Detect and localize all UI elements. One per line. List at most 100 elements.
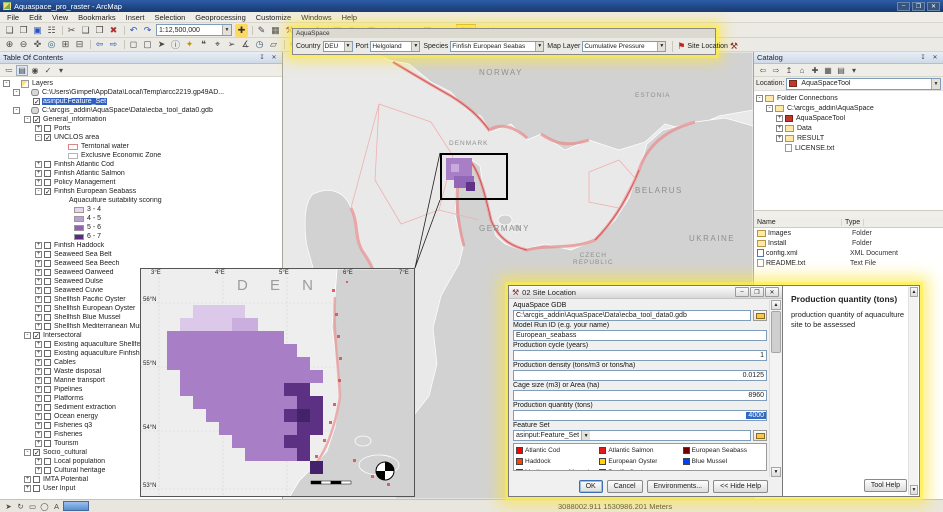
layer-checkbox[interactable] <box>44 467 51 474</box>
list-by-drawing-order-icon[interactable]: ≔ <box>3 65 15 76</box>
field-input[interactable]: 1 ▼ <box>513 350 767 361</box>
layer-checkbox[interactable] <box>33 485 40 492</box>
minimize-icon[interactable]: – <box>897 2 910 11</box>
layer-checkbox[interactable] <box>44 278 51 285</box>
editor-toolbar-icon[interactable]: ✎ <box>255 24 268 37</box>
toc-row[interactable]: + Seaweed Sea Belt <box>0 250 282 259</box>
layer-checkbox[interactable] <box>44 350 51 357</box>
table-options-icon[interactable]: ▦ <box>269 24 282 37</box>
layer-checkbox[interactable] <box>44 305 51 312</box>
expander-icon[interactable]: + <box>35 161 42 168</box>
toc-row[interactable]: - Finfish European Seabass <box>0 187 282 196</box>
tool-help-button[interactable]: Tool Help <box>864 479 907 492</box>
catalog-tree-item[interactable]: - C:\arcgis_addin\AquaSpace <box>754 103 943 113</box>
layer-checkbox[interactable] <box>44 251 51 258</box>
expander-icon[interactable]: + <box>35 305 42 312</box>
auto-hide-pin-icon[interactable]: ↧ <box>918 53 928 62</box>
paste-icon[interactable]: ❒ <box>93 24 106 37</box>
chevron-down-icon[interactable]: ▼ <box>657 42 665 51</box>
select-features-icon[interactable]: ◻ <box>127 38 140 51</box>
expander-icon[interactable]: + <box>35 314 42 321</box>
toc-row[interactable]: 6 - 7 <box>0 232 282 241</box>
scroll-down-icon[interactable]: ▼ <box>771 467 781 477</box>
column-type[interactable]: Type <box>842 219 864 226</box>
toc-row[interactable]: + Finfish Haddock <box>0 241 282 250</box>
layer-checkbox[interactable] <box>44 341 51 348</box>
draw-select-icon[interactable]: ➤ <box>3 501 14 511</box>
expander-icon[interactable]: + <box>35 350 42 357</box>
save-icon[interactable]: ▣ <box>31 24 44 37</box>
expander-icon[interactable]: + <box>35 458 42 465</box>
scroll-up-icon[interactable]: ▲ <box>910 287 918 297</box>
catalog-tree-item[interactable]: + RESULT <box>754 133 943 143</box>
field-input[interactable]: asinput:Feature_Set ▼ <box>513 430 751 441</box>
expander-icon[interactable]: + <box>35 386 42 393</box>
toc-row[interactable]: - General_information <box>0 115 282 124</box>
chevron-down-icon[interactable]: ▼ <box>581 431 590 440</box>
expander-icon[interactable]: + <box>776 125 783 132</box>
layer-checkbox[interactable] <box>33 98 40 105</box>
forward-extent-icon[interactable]: ⇨ <box>107 38 120 51</box>
expander-icon[interactable]: + <box>35 413 42 420</box>
fixed-zoom-out-icon[interactable]: ⊟ <box>73 38 86 51</box>
catalog-tree-item[interactable]: LICENSE.txt <box>754 143 943 153</box>
menu-customize[interactable]: Customize <box>251 13 296 22</box>
expander-icon[interactable]: + <box>35 467 42 474</box>
close-icon[interactable]: ✕ <box>930 53 940 62</box>
toc-row[interactable]: asinput:Feature_Set <box>0 97 282 106</box>
layer-checkbox[interactable] <box>44 359 51 366</box>
expander-icon[interactable]: + <box>35 359 42 366</box>
expander-icon[interactable]: - <box>35 134 42 141</box>
layer-checkbox[interactable] <box>44 404 51 411</box>
layer-checkbox[interactable] <box>44 161 51 168</box>
viewer-window-icon[interactable]: ▱ <box>267 38 280 51</box>
zoom-out-icon[interactable]: ⊖ <box>17 38 30 51</box>
expander-icon[interactable]: + <box>35 260 42 267</box>
catalog-tree-item[interactable]: + AquaSpaceTool <box>754 113 943 123</box>
layer-checkbox[interactable] <box>44 323 51 330</box>
ok-button[interactable]: OK <box>579 480 603 493</box>
expander-icon[interactable]: - <box>3 80 10 87</box>
expander-icon[interactable]: + <box>35 395 42 402</box>
layer-checkbox[interactable] <box>44 188 51 195</box>
copy-icon[interactable]: ❑ <box>79 24 92 37</box>
expander-icon[interactable]: + <box>776 135 783 142</box>
column-name[interactable]: Name <box>754 219 842 226</box>
expander-icon[interactable]: - <box>756 95 763 102</box>
combo-box[interactable]: Finfish European Seabas ▼ <box>450 41 544 52</box>
layer-checkbox[interactable] <box>44 260 51 267</box>
maximize-icon[interactable]: ❐ <box>912 2 925 11</box>
expander-icon[interactable]: - <box>24 332 31 339</box>
layer-checkbox[interactable] <box>33 476 40 483</box>
scroll-down-icon[interactable]: ▼ <box>910 485 918 495</box>
layer-checkbox[interactable] <box>33 449 40 456</box>
environments-button[interactable]: Environments... <box>647 480 710 493</box>
fixed-zoom-in-icon[interactable]: ⊞ <box>59 38 72 51</box>
maximize-icon[interactable]: ❐ <box>750 287 764 297</box>
layer-checkbox[interactable] <box>44 242 51 249</box>
catalog-tree-item[interactable]: - Folder Connections <box>754 93 943 103</box>
clear-selection-icon[interactable]: ▢ <box>141 38 154 51</box>
catalog-item[interactable]: Images Folder <box>754 228 943 238</box>
expander-icon[interactable]: + <box>35 341 42 348</box>
toc-row[interactable]: + Seaweed Sea Beech <box>0 259 282 268</box>
field-input[interactable]: 0.0125 ▼ <box>513 370 767 381</box>
list-by-selection-icon[interactable]: ✓ <box>42 65 54 76</box>
field-input[interactable]: European_seabass ▼ <box>513 330 767 341</box>
toc-row[interactable]: - Layers <box>0 79 282 88</box>
identify-icon[interactable]: ⓘ <box>169 38 182 51</box>
chevron-down-icon[interactable]: ▼ <box>931 79 940 89</box>
layer-checkbox[interactable] <box>33 332 40 339</box>
toc-row[interactable]: - C:\Users\Gimpel\AppData\Local\Temp\arc… <box>0 88 282 97</box>
combo-box[interactable]: Cumulative Pressure ▼ <box>582 41 666 52</box>
back-extent-icon[interactable]: ⇦ <box>93 38 106 51</box>
expander-icon[interactable]: - <box>13 89 20 96</box>
layer-checkbox[interactable] <box>44 458 51 465</box>
full-extent-icon[interactable]: ◎ <box>45 38 58 51</box>
close-icon[interactable]: ✕ <box>269 53 279 62</box>
expander-icon[interactable]: + <box>35 377 42 384</box>
catalog-options-icon[interactable]: ▾ <box>848 65 860 76</box>
minimize-icon[interactable]: – <box>735 287 749 297</box>
scroll-up-icon[interactable]: ▲ <box>771 300 781 310</box>
cut-icon[interactable]: ✂ <box>65 24 78 37</box>
